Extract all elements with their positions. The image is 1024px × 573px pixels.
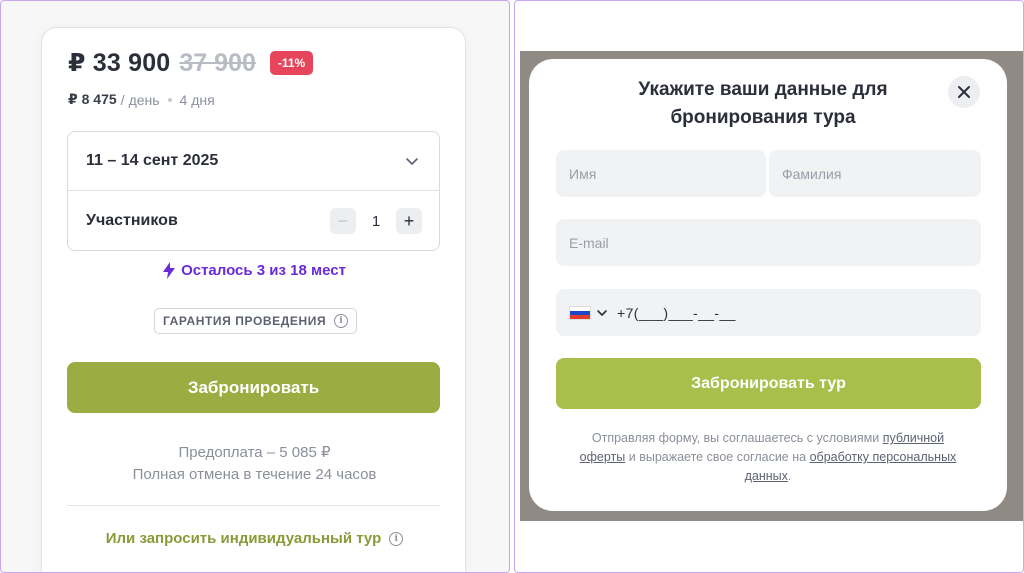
- old-price: 37 900: [179, 48, 256, 77]
- consent-prefix: Отправляя форму, вы соглашаетесь с услов…: [591, 431, 880, 445]
- increase-button[interactable]: +: [396, 208, 422, 234]
- decrease-button[interactable]: −: [330, 208, 356, 234]
- price-row: ₽ 33 900 37 900 -11%: [68, 48, 314, 78]
- first-name-input[interactable]: [569, 165, 766, 182]
- submit-booking-button[interactable]: Забронировать тур: [556, 358, 981, 409]
- email-input[interactable]: [569, 234, 981, 251]
- seats-left: Осталось 3 из 18 мест: [42, 262, 467, 279]
- last-name-field[interactable]: [769, 150, 981, 197]
- consent-suffix: .: [787, 469, 792, 483]
- prepay-text: Предоплата – 5 085 ₽: [178, 444, 331, 461]
- per-day-price: ₽ 8 475 / день 4 дня: [68, 91, 215, 108]
- close-button[interactable]: [948, 76, 980, 108]
- first-name-field[interactable]: [556, 150, 766, 197]
- email-field[interactable]: [556, 219, 981, 266]
- modal-title: Укажите ваши данные для бронирования тур…: [589, 76, 937, 132]
- guarantee-badge[interactable]: ГАРАНТИЯ ПРОВЕДЕНИЯ i: [154, 308, 358, 334]
- phone-field[interactable]: +7(___)___-__-__: [556, 289, 981, 336]
- modal-title-line1: Укажите ваши данные для: [638, 79, 888, 100]
- booking-modal-panel: Укажите ваши данные для бронирования тур…: [514, 0, 1024, 573]
- chevron-down-icon[interactable]: [596, 307, 608, 319]
- per-day-label: день: [128, 91, 160, 108]
- seats-left-text: Осталось 3 из 18 мест: [181, 262, 346, 279]
- info-icon: i: [334, 314, 349, 328]
- book-button[interactable]: Забронировать: [67, 362, 440, 413]
- payment-info: Предоплата – 5 085 ₽ Полная отмена в теч…: [42, 442, 467, 486]
- cancellation-text: Полная отмена в течение 24 часов: [132, 466, 377, 483]
- participants-label: Участников: [86, 212, 178, 229]
- per-day-amount: ₽ 8 475: [68, 91, 117, 107]
- chevron-down-icon: [406, 158, 418, 165]
- dot-separator: [167, 97, 172, 102]
- consent-middle: и выражаете свое согласие на: [628, 450, 807, 464]
- booking-modal: Укажите ваши данные для бронирования тур…: [529, 59, 1007, 511]
- slash-separator: /: [120, 91, 125, 108]
- current-price: ₽ 33 900: [68, 49, 171, 77]
- booking-card: ₽ 33 900 37 900 -11% ₽ 8 475 / день 4 дн…: [41, 27, 467, 572]
- date-selector[interactable]: 11 – 14 сент 2025: [68, 132, 439, 191]
- info-icon: i: [389, 531, 404, 546]
- individual-tour-text: Или запросить индивидуальный тур: [105, 530, 382, 547]
- selected-dates: 11 – 14 сент 2025: [86, 152, 219, 169]
- participants-stepper: − 1 +: [330, 208, 422, 234]
- booking-options: 11 – 14 сент 2025 Участников − 1 +: [67, 131, 440, 251]
- individual-tour-link[interactable]: Или запросить индивидуальный тур i: [42, 530, 467, 547]
- divider: [67, 505, 440, 506]
- booking-panel: ₽ 33 900 37 900 -11% ₽ 8 475 / день 4 дн…: [0, 0, 510, 573]
- duration: 4 дня: [179, 91, 215, 108]
- modal-title-line2: бронирования тура: [670, 107, 856, 128]
- close-icon: [958, 86, 970, 98]
- phone-input[interactable]: +7(___)___-__-__: [617, 305, 736, 321]
- consent-text: Отправляя форму, вы соглашаетесь с услов…: [569, 429, 967, 486]
- participants-count: 1: [371, 212, 381, 230]
- participants-row: Участников − 1 +: [68, 191, 439, 251]
- discount-badge: -11%: [269, 51, 314, 75]
- russia-flag-icon[interactable]: [569, 305, 591, 320]
- last-name-input[interactable]: [782, 165, 981, 182]
- guarantee-label: ГАРАНТИЯ ПРОВЕДЕНИЯ: [163, 314, 327, 328]
- lightning-icon: [163, 262, 176, 279]
